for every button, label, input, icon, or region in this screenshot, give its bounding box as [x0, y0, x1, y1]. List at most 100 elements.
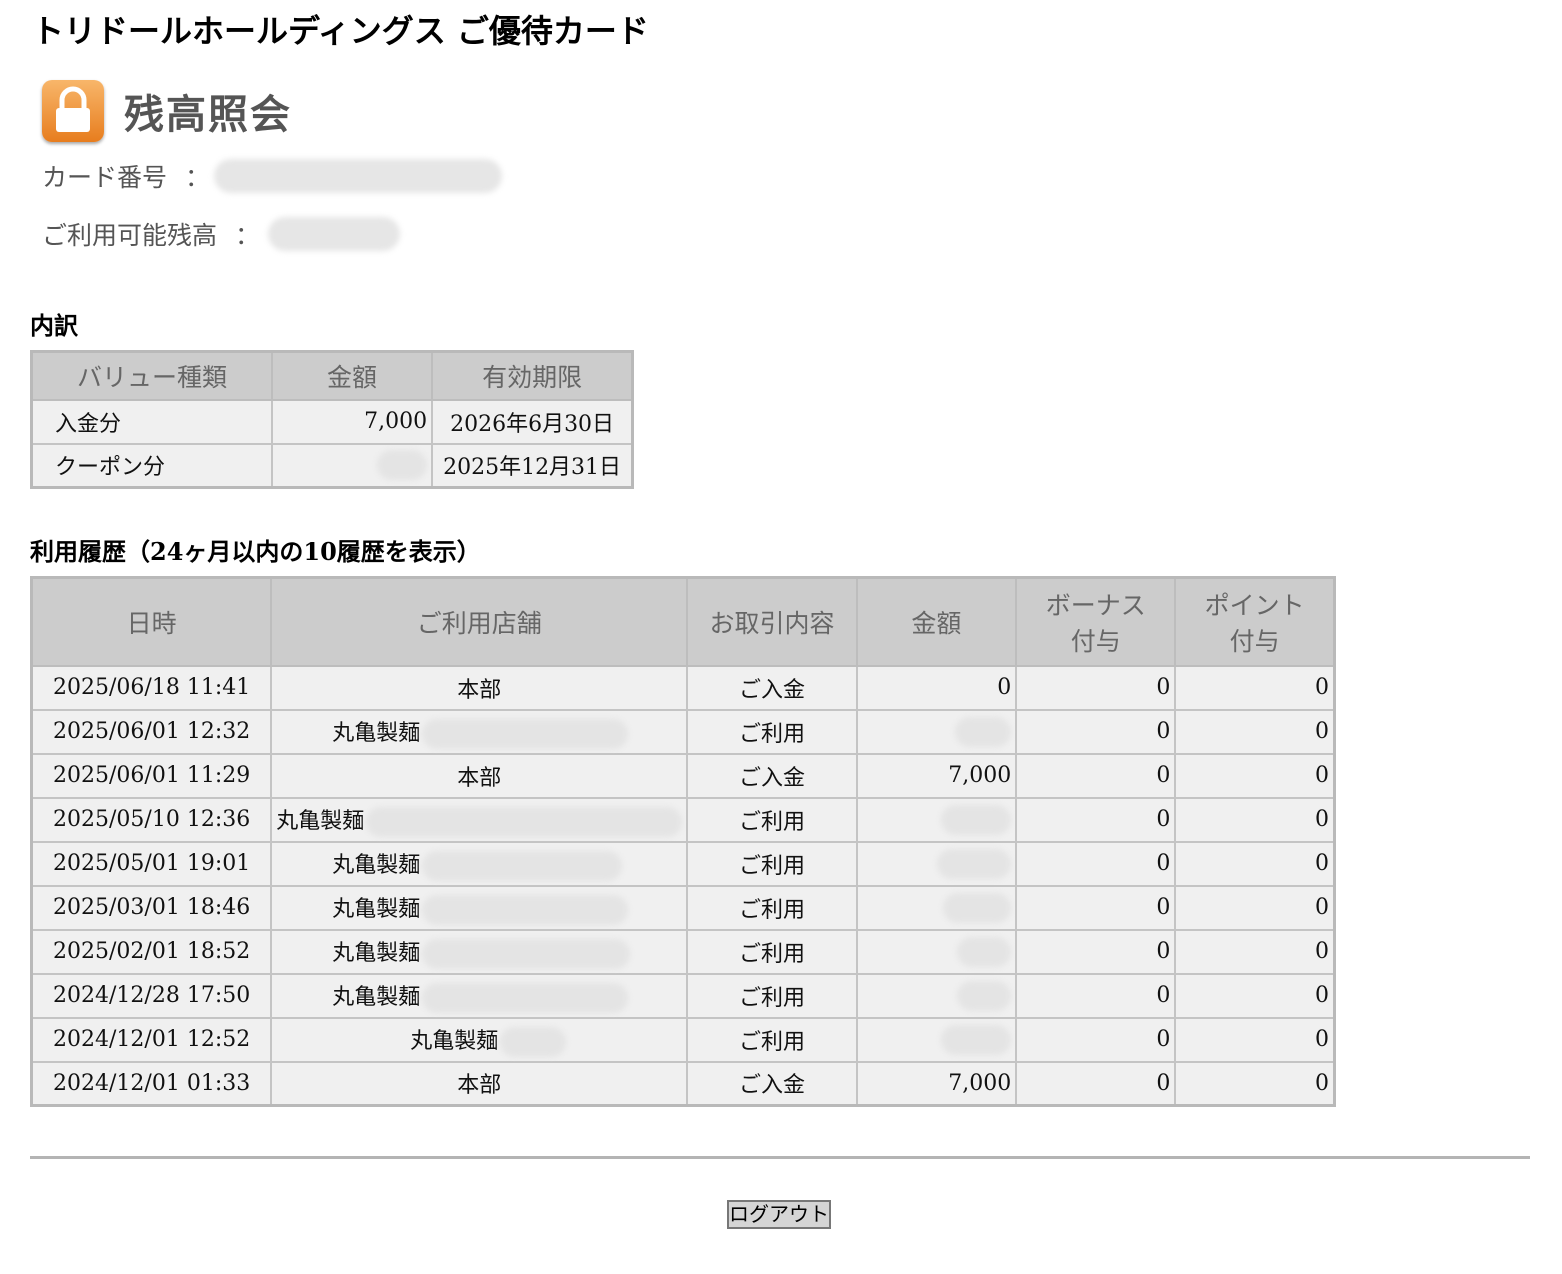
history-store-cell: 丸亀製麺	[270, 840, 689, 887]
history-store-cell: 丸亀製麺	[270, 796, 689, 843]
balance-label: ご利用可能残高	[42, 221, 218, 250]
history-store-cell: 丸亀製麺	[270, 1016, 689, 1063]
history-bonus: 0	[1015, 840, 1177, 887]
history-store: 丸亀製麺	[332, 896, 421, 922]
card-number-separator: ：	[185, 163, 211, 192]
history-header-date: 日時	[30, 576, 273, 667]
history-header-point-line1: ポイント	[1204, 590, 1305, 620]
history-date: 2025/03/01 18:46	[30, 884, 273, 931]
history-date: 2025/06/01 11:29	[30, 752, 273, 799]
history-type: ご利用	[686, 972, 858, 1019]
history-header-point-line2: 付与	[1229, 626, 1280, 656]
breakdown-row: 入金分 7,000 2026年6月30日	[30, 398, 634, 445]
history-row: 2025/05/10 12:36 丸亀製麺 ご利用 0 0	[30, 796, 1336, 843]
history-date: 2024/12/01 12:52	[30, 1016, 273, 1063]
history-store: 本部	[270, 1060, 689, 1107]
history-type: ご利用	[686, 884, 858, 931]
history-point: 0	[1174, 796, 1336, 843]
history-store-redacted	[422, 938, 631, 969]
history-bonus: 0	[1015, 708, 1177, 755]
history-point: 0	[1174, 664, 1336, 711]
history-bonus: 0	[1015, 796, 1177, 843]
history-type: ご利用	[686, 796, 858, 843]
breakdown-row: クーポン分 2025年12月31日	[30, 442, 634, 489]
breakdown-expiry: 2025年12月31日	[431, 442, 634, 489]
history-type: ご利用	[686, 928, 858, 975]
breakdown-expiry: 2026年6月30日	[431, 398, 634, 445]
history-amount-redacted	[855, 884, 1018, 931]
history-date: 2025/06/01 12:32	[30, 708, 273, 755]
history-store-redacted	[422, 718, 629, 749]
history-bonus: 0	[1015, 884, 1177, 931]
history-store: 丸亀製麺	[332, 720, 421, 746]
history-store-redacted	[422, 894, 629, 925]
history-bonus: 0	[1015, 752, 1177, 799]
history-header-bonus: ボーナス 付与	[1015, 576, 1177, 667]
history-header-bonus-line2: 付与	[1070, 626, 1121, 656]
balance-row: ご利用可能残高 ：	[42, 216, 401, 252]
history-point: 0	[1174, 752, 1336, 799]
card-number-row: カード番号 ：	[42, 158, 503, 194]
history-row: 2025/03/01 18:46 丸亀製麺 ご利用 0 0	[30, 884, 1336, 931]
history-point: 0	[1174, 884, 1336, 931]
history-point: 0	[1174, 840, 1336, 887]
history-date: 2025/05/01 19:01	[30, 840, 273, 887]
history-date: 2025/05/10 12:36	[30, 796, 273, 843]
breakdown-heading: 内訳	[30, 311, 78, 340]
history-header-bonus-line1: ボーナス	[1045, 590, 1146, 620]
history-date: 2025/02/01 18:52	[30, 928, 273, 975]
history-amount: 7,000	[855, 1060, 1018, 1107]
breakdown-type: クーポン分	[30, 442, 273, 489]
card-number-value-redacted	[214, 159, 503, 193]
history-point: 0	[1174, 708, 1336, 755]
history-store: 丸亀製麺	[410, 1028, 499, 1054]
history-store-cell: 丸亀製麺	[270, 708, 689, 755]
history-store-cell: 丸亀製麺	[270, 928, 689, 975]
history-point: 0	[1174, 928, 1336, 975]
history-point: 0	[1174, 972, 1336, 1019]
breakdown-amount-redacted	[270, 442, 434, 489]
history-store-cell: 丸亀製麺	[270, 884, 689, 931]
history-bonus: 0	[1015, 928, 1177, 975]
history-amount-redacted	[855, 840, 1018, 887]
breakdown-header-expiry: 有効期限	[431, 350, 634, 401]
history-store-redacted	[500, 1026, 567, 1057]
history-store-redacted	[422, 982, 629, 1013]
history-point: 0	[1174, 1060, 1336, 1107]
history-type: ご利用	[686, 1016, 858, 1063]
history-header-store: ご利用店舗	[270, 576, 689, 667]
page-title: トリドールホールディングス ご優待カード	[32, 12, 649, 50]
history-row: 2025/06/18 11:41 本部 ご入金 0 0 0	[30, 664, 1336, 711]
history-store: 本部	[270, 664, 689, 711]
history-type: ご入金	[686, 1060, 858, 1107]
history-row: 2025/06/01 12:32 丸亀製麺 ご利用 0 0	[30, 708, 1336, 755]
lock-icon	[42, 80, 104, 142]
history-store-redacted	[422, 850, 623, 881]
breakdown-table: バリュー種類 金額 有効期限 入金分 7,000 2026年6月30日 クーポン…	[30, 350, 634, 489]
history-header-point: ポイント 付与	[1174, 576, 1336, 667]
breakdown-header-type: バリュー種類	[30, 350, 273, 401]
divider	[30, 1156, 1530, 1159]
history-store: 丸亀製麺	[332, 852, 421, 878]
history-bonus: 0	[1015, 1016, 1177, 1063]
history-heading: 利用履歴（24ヶ月以内の10履歴を表示）	[30, 537, 481, 566]
breakdown-header-amount: 金額	[270, 350, 434, 401]
card-number-label: カード番号	[42, 163, 168, 192]
history-row: 2024/12/28 17:50 丸亀製麺 ご利用 0 0	[30, 972, 1336, 1019]
history-header-row: 日時 ご利用店舗 お取引内容 金額 ボーナス 付与 ポイント 付与	[30, 576, 1336, 667]
balance-value-redacted	[268, 217, 401, 251]
history-store: 本部	[270, 752, 689, 799]
breakdown-header-row: バリュー種類 金額 有効期限	[30, 350, 634, 401]
history-table: 日時 ご利用店舗 お取引内容 金額 ボーナス 付与 ポイント 付与 2025/0…	[30, 576, 1336, 1107]
history-amount-redacted	[855, 708, 1018, 755]
history-bonus: 0	[1015, 1060, 1177, 1107]
history-amount-redacted	[855, 796, 1018, 843]
history-store-redacted	[366, 806, 683, 837]
history-type: ご入金	[686, 664, 858, 711]
history-amount: 7,000	[855, 752, 1018, 799]
history-amount: 0	[855, 664, 1018, 711]
logout-button[interactable]: ログアウト	[727, 1200, 831, 1229]
history-row: 2025/02/01 18:52 丸亀製麺 ご利用 0 0	[30, 928, 1336, 975]
history-type: ご利用	[686, 708, 858, 755]
history-bonus: 0	[1015, 972, 1177, 1019]
